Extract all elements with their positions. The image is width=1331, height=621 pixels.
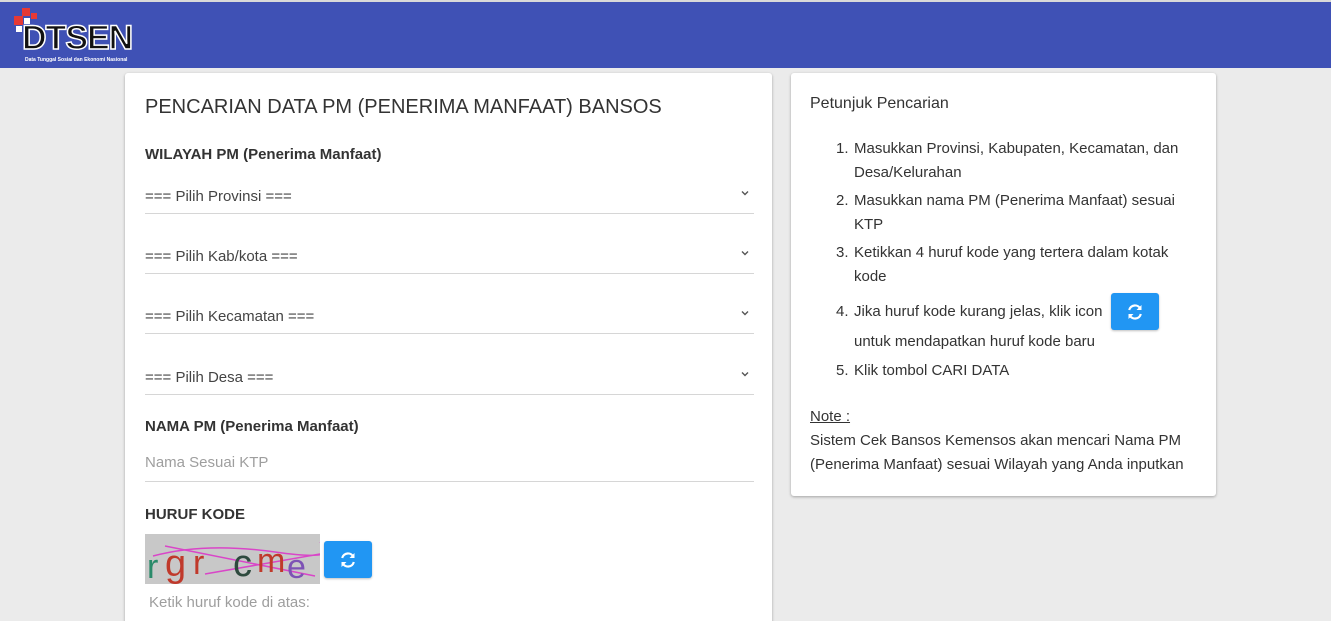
logo-text: DTSEN — [21, 19, 134, 57]
svg-text:r: r — [193, 544, 204, 582]
refresh-icon — [341, 552, 355, 568]
dtsen-logo[interactable]: DTSEN Data Tunggal Sosial dan Ekonomi Na… — [12, 8, 146, 66]
desa-select[interactable]: === Pilih Desa === — [145, 357, 754, 395]
nama-label: NAMA PM (Penerima Manfaat) — [145, 418, 359, 435]
captcha-image: r g r c m e — [145, 534, 320, 584]
note-text: Sistem Cek Bansos Kemensos akan mencari … — [810, 432, 1184, 473]
kabkota-select[interactable]: === Pilih Kab/kota === — [145, 236, 754, 274]
kode-input[interactable] — [145, 584, 597, 621]
guide-step-suffix: untuk mendapatkan huruf kode baru — [854, 333, 1096, 350]
page-title: PENCARIAN DATA PM (PENERIMA MANFAAT) BAN… — [145, 96, 662, 118]
desa-select-value: === Pilih Desa === — [145, 369, 274, 386]
guide-step-text: Masukkan Provinsi, Kabupaten, Kecamatan,… — [854, 140, 1179, 181]
provinsi-select[interactable]: === Pilih Provinsi === — [145, 176, 754, 214]
guide-step-text: Ketikkan 4 huruf kode yang tertera dalam… — [854, 244, 1169, 285]
svg-text:r: r — [147, 548, 158, 584]
guide-title: Petunjuk Pencarian — [810, 95, 949, 112]
guide-step-text: Masukkan nama PM (Penerima Manfaat) sesu… — [854, 192, 1175, 233]
chevron-down-icon — [741, 311, 749, 316]
guide-steps: 1. Masukkan Provinsi, Kabupaten, Kecamata… — [810, 137, 1202, 387]
svg-text:g: g — [165, 543, 186, 584]
chevron-down-icon — [741, 191, 749, 196]
svg-text:e: e — [287, 548, 306, 584]
provinsi-select-value: === Pilih Provinsi === — [145, 188, 292, 205]
chevron-down-icon — [741, 251, 749, 256]
kecamatan-select[interactable]: === Pilih Kecamatan === — [145, 296, 754, 334]
svg-text:c: c — [233, 543, 252, 584]
captcha-refresh-button[interactable] — [324, 541, 372, 578]
nama-input[interactable] — [145, 444, 754, 482]
guide-step: 5. Klik tombol CARI DATA — [836, 361, 1010, 379]
top-navbar: DTSEN Data Tunggal Sosial dan Ekonomi Na… — [0, 0, 1331, 68]
kecamatan-select-value: === Pilih Kecamatan === — [145, 308, 315, 325]
guide-step: 2. Masukkan nama PM (Penerima Manfaat) se… — [836, 192, 1175, 233]
guide-step: 4. Jika huruf kode kurang jelas, klik ic… — [810, 293, 1202, 354]
guide-step: 1. Masukkan Provinsi, Kabupaten, Kecamata… — [836, 140, 1179, 181]
refresh-icon — [1127, 304, 1142, 320]
guide-step-text: Klik tombol CARI DATA — [854, 361, 1010, 379]
guide-card: Petunjuk Pencarian 1. Masukkan Provinsi, … — [791, 73, 1216, 496]
guide-step: 3. Ketikkan 4 huruf kode yang tertera dal… — [836, 244, 1169, 285]
guide-step-text: Jika huruf kode kurang jelas, klik icon — [854, 303, 1103, 320]
kode-label: HURUF KODE — [145, 506, 245, 523]
kabkota-select-value: === Pilih Kab/kota === — [145, 248, 298, 265]
chevron-down-icon — [741, 372, 749, 377]
note-label: Note : — [810, 408, 851, 425]
guide-refresh-button[interactable] — [1110, 293, 1159, 330]
search-form-card: PENCARIAN DATA PM (PENERIMA MANFAAT) BAN… — [125, 73, 772, 621]
wilayah-label: WILAYAH PM (Penerima Manfaat) — [145, 146, 382, 163]
svg-text:m: m — [257, 542, 285, 580]
logo-subtitle: Data Tunggal Sosial dan Ekonomi Nasional — [25, 57, 128, 63]
